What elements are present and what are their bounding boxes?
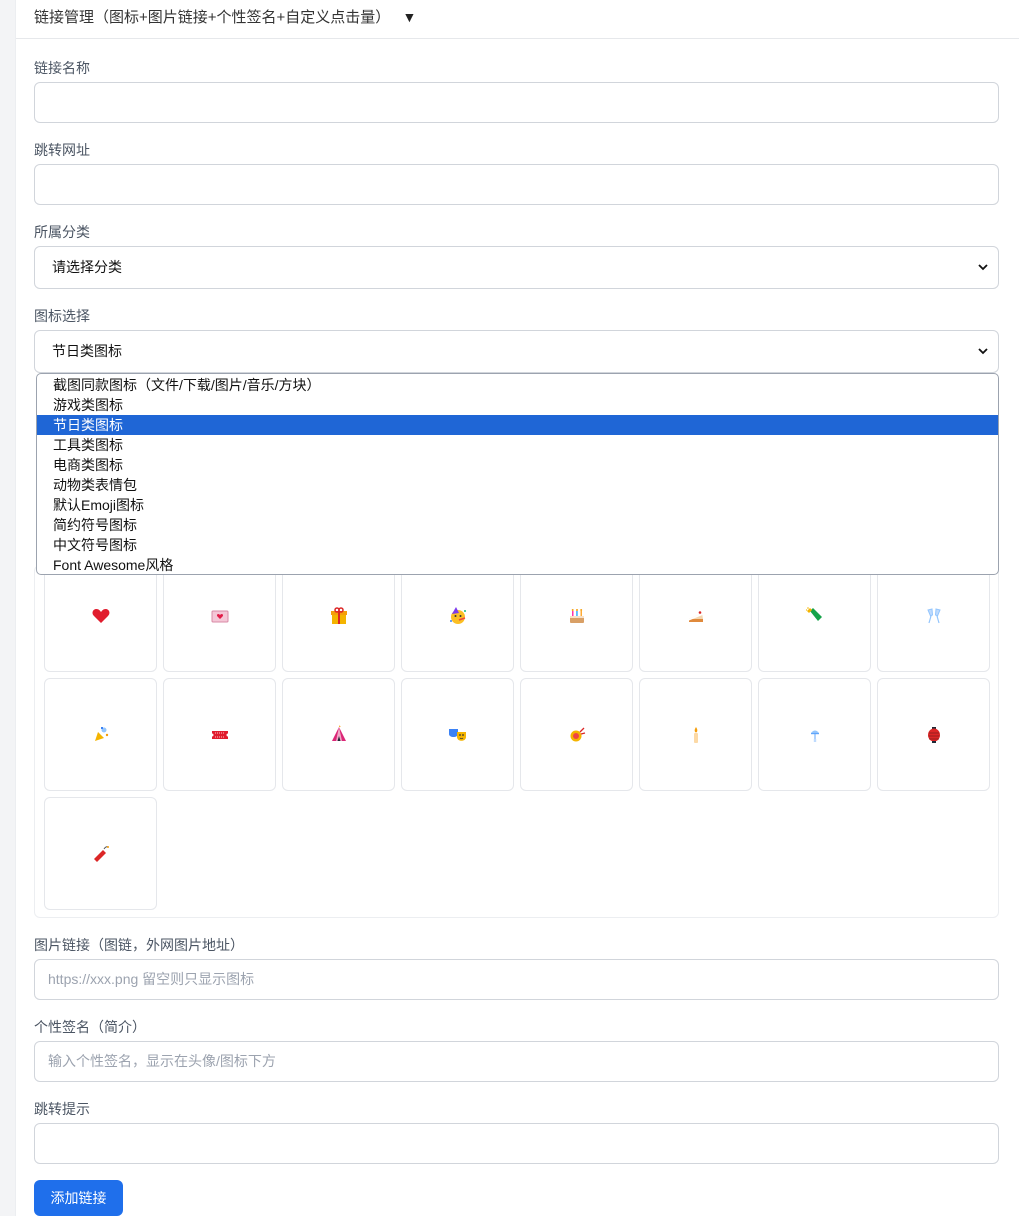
link-name-label: 链接名称 xyxy=(34,60,90,76)
circus-tent-icon xyxy=(331,725,346,741)
icon-tile-champagne[interactable] xyxy=(758,559,871,672)
redirect-tip-label: 跳转提示 xyxy=(34,1101,90,1117)
card-header[interactable]: 链接管理（图标+图片链接+个性签名+自定义点击量） ▼ xyxy=(16,0,1019,39)
cake-slice-icon xyxy=(688,610,703,622)
gift-icon xyxy=(330,606,347,624)
clinking-glasses-icon xyxy=(926,607,941,623)
icon-tile-theater-masks[interactable] xyxy=(401,678,514,791)
dropdown-option[interactable]: Font Awesome风格 xyxy=(37,555,998,574)
icon-tile-wind-chime[interactable] xyxy=(758,678,871,791)
add-link-button[interactable]: 添加链接 xyxy=(34,1180,123,1216)
icon-tile-cake-slice[interactable] xyxy=(639,559,752,672)
icon-tile-confetti[interactable] xyxy=(44,678,157,791)
icon-select-label: 图标选择 xyxy=(34,308,90,324)
icon-grid-panel xyxy=(34,559,999,918)
icon-tile-fireworks[interactable] xyxy=(520,678,633,791)
link-management-card: 链接管理（图标+图片链接+个性签名+自定义点击量） ▼ 链接名称 跳转网址 所属… xyxy=(15,0,1019,1216)
image-link-label: 图片链接（图链，外网图片地址） xyxy=(34,937,244,953)
chevron-down-icon xyxy=(978,348,988,355)
icon-category-dropdown: 截图同款图标（文件/下载/图片/音乐/方块） 游戏类图标 节日类图标 工具类图标… xyxy=(36,373,999,575)
icon-category-selected-value: 节日类图标 xyxy=(52,343,122,359)
dropdown-option[interactable]: 截图同款图标（文件/下载/图片/音乐/方块） xyxy=(37,375,998,395)
icon-tile-candle[interactable] xyxy=(639,678,752,791)
dropdown-option[interactable]: 电商类图标 xyxy=(37,455,998,475)
lantern-icon xyxy=(927,726,940,743)
fireworks-icon xyxy=(570,727,585,741)
icon-tile-lantern[interactable] xyxy=(877,678,990,791)
category-label: 所属分类 xyxy=(34,224,90,240)
category-selected-value: 请选择分类 xyxy=(52,259,122,275)
confetti-icon xyxy=(94,726,108,741)
link-name-input[interactable] xyxy=(34,82,999,123)
icon-tile-heart[interactable] xyxy=(44,559,157,672)
icon-tile-clinking-glasses[interactable] xyxy=(877,559,990,672)
collapse-toggle-icon[interactable]: ▼ xyxy=(402,9,416,25)
chevron-down-icon xyxy=(978,264,988,271)
icon-tile-love-letter[interactable] xyxy=(163,559,276,672)
signature-label: 个性签名（简介） xyxy=(34,1019,146,1035)
firecracker-icon xyxy=(93,845,109,862)
dropdown-option[interactable]: 工具类图标 xyxy=(37,435,998,455)
love-letter-icon xyxy=(211,610,228,622)
dropdown-option-selected[interactable]: 节日类图标 xyxy=(37,415,998,435)
dropdown-option[interactable]: 简约符号图标 xyxy=(37,515,998,535)
icon-tile-firecracker[interactable] xyxy=(44,797,157,910)
dropdown-option[interactable]: 游戏类图标 xyxy=(37,395,998,415)
heart-icon xyxy=(92,608,109,623)
icon-tile-party-face[interactable] xyxy=(401,559,514,672)
signature-input[interactable]: 输入个性签名，显示在头像/图标下方 xyxy=(34,1041,999,1082)
champagne-icon xyxy=(805,606,822,621)
candle-icon xyxy=(693,726,698,743)
dropdown-option[interactable]: 中文符号图标 xyxy=(37,535,998,555)
birthday-cake-icon xyxy=(569,608,584,623)
icon-category-select[interactable]: 节日类图标 xyxy=(34,330,999,373)
redirect-tip-input[interactable] xyxy=(34,1123,999,1164)
icon-tile-circus-tent[interactable] xyxy=(282,678,395,791)
image-link-input[interactable]: https://xxx.png 留空则只显示图标 xyxy=(34,959,999,1000)
url-label: 跳转网址 xyxy=(34,142,90,158)
card-title: 链接管理（图标+图片链接+个性签名+自定义点击量） xyxy=(34,9,391,26)
dropdown-option[interactable]: 默认Emoji图标 xyxy=(37,495,998,515)
theater-masks-icon xyxy=(448,728,466,741)
icon-tile-ticket[interactable] xyxy=(163,678,276,791)
category-select[interactable]: 请选择分类 xyxy=(34,246,999,289)
icon-tile-birthday-cake[interactable] xyxy=(520,559,633,672)
ticket-icon xyxy=(211,730,228,739)
wind-chime-icon xyxy=(810,730,819,742)
dropdown-option[interactable]: 动物类表情包 xyxy=(37,475,998,495)
icon-tile-gift[interactable] xyxy=(282,559,395,672)
url-input[interactable] xyxy=(34,164,999,205)
party-face-icon xyxy=(449,606,466,624)
